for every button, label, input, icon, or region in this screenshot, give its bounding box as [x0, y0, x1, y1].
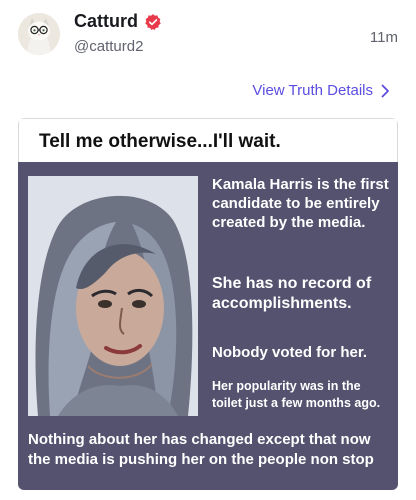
meme-text-line-4: Her popularity was in the toilet just a …	[212, 379, 381, 410]
meme-panel: Kamala Harris is the first candidate to …	[18, 162, 398, 490]
meme-text-line-3: Nobody voted for her.	[212, 344, 368, 361]
display-name[interactable]: Catturd	[74, 11, 138, 32]
view-truth-details-link[interactable]: View Truth Details	[252, 82, 390, 99]
chevron-right-icon	[381, 84, 389, 97]
meme-text-line-2: She has no record of accomplishments.	[212, 275, 372, 313]
post-media-image[interactable]: Tell me otherwise...I'll wait. Kamala Ha…	[18, 118, 398, 490]
meme-title: Tell me otherwise...I'll wait.	[39, 131, 281, 152]
avatar[interactable]	[18, 13, 60, 55]
meme-text-line-1: Kamala Harris is the first candidate to …	[212, 176, 389, 232]
portrait-illustration	[28, 176, 198, 416]
user-handle[interactable]: @catturd2	[74, 38, 143, 55]
verified-badge-icon	[144, 13, 162, 31]
cat-avatar-icon	[18, 13, 60, 55]
post-header: Catturd @catturd2 11m	[0, 0, 416, 70]
meme-text-line-5: Nothing about her has changed except tha…	[28, 431, 374, 469]
post-timestamp[interactable]: 11m	[370, 29, 398, 46]
meme-title-band: Tell me otherwise...I'll wait.	[18, 118, 398, 162]
view-truth-details-label: View Truth Details	[252, 82, 373, 99]
